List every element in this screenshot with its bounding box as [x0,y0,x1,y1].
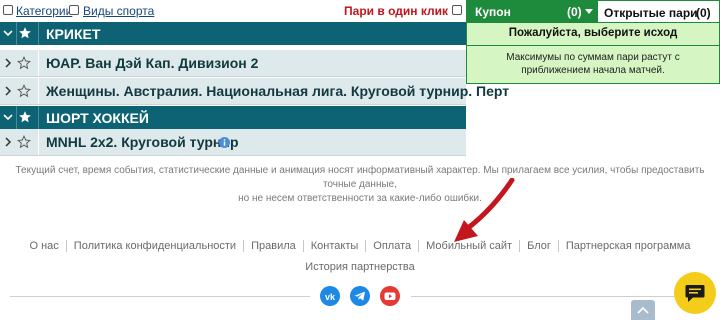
footer-link-partner-history[interactable]: История партнерства [298,261,421,273]
coupon-tab-label: Купон [475,5,511,19]
sports-checkbox[interactable] [69,5,79,15]
footer-link-payment[interactable]: Оплата [365,240,419,252]
star-outline-icon[interactable] [17,56,31,70]
chevron-up-icon [637,306,649,314]
chevron-right-icon[interactable] [2,84,14,98]
coupon-panel: Купон (0) Открытые пари (0) Пожалуйста, … [466,0,720,84]
coupon-prompt: Пожалуйста, выберите исход [508,27,678,39]
chevron-down-icon[interactable] [2,109,14,125]
league-title[interactable]: ЮАР. Ван Дэй Кап. Дивизион 2 [46,55,258,71]
top-filter-bar: Категории Виды спорта Пари в один клик [0,0,466,22]
svg-text:vk: vk [325,292,336,302]
one-click-checkbox[interactable] [452,5,462,15]
info-icon[interactable] [219,137,230,148]
sports-link[interactable]: Виды спорта [83,4,154,18]
star-icon[interactable] [18,26,32,40]
coupon-body: Пожалуйста, выберите исход Максимумы по … [466,22,720,84]
open-bets-count: (0) [696,6,711,20]
open-bets-label: Открытые пари [604,6,698,20]
footer-link-about[interactable]: О нас [22,240,65,252]
disclaimer-line-2: но не несем ответственности за какие-либ… [238,193,482,204]
footer-link-rules[interactable]: Правила [243,240,303,252]
youtube-icon[interactable] [380,286,400,306]
footer-link-contacts[interactable]: Контакты [302,240,366,252]
footer-nav: О нас Политика конфиденциальности Правила К… [0,236,720,278]
sport-title: ШОРТ ХОККЕЙ [46,110,149,126]
league-title[interactable]: Женщины. Австралия. Национальная лига. К… [46,83,509,99]
annotation-arrow [454,178,515,242]
footer-link-privacy[interactable]: Политика конфиденциальности [65,240,244,252]
chevron-down-icon[interactable] [2,25,14,41]
league-row[interactable]: MNHL 2x2. Круговой турнир [0,129,466,156]
categories-checkbox[interactable] [3,5,13,15]
disclaimer: Текущий счет, время события, статистичес… [0,164,720,206]
sport-header-short-hockey[interactable]: ШОРТ ХОККЕЙ [0,106,466,129]
chevron-right-icon[interactable] [2,56,14,70]
footer-link-partner[interactable]: Партнерская программа [557,240,698,252]
sport-title: КРИКЕТ [46,26,101,42]
league-row[interactable]: ЮАР. Ван Дэй Кап. Дивизион 2 [0,50,466,77]
coupon-info: Максимумы по суммам пари растут с прибли… [506,52,680,76]
categories-link[interactable]: Категории [16,4,72,18]
league-row[interactable]: Женщины. Австралия. Национальная лига. К… [0,78,509,105]
chat-button[interactable] [674,272,716,314]
tab-coupon[interactable]: Купон (0) [466,0,597,22]
scroll-to-top-button[interactable] [631,300,655,320]
chat-icon [685,285,705,302]
tab-open-bets[interactable]: Открытые пари (0) [597,0,720,22]
footer-divider-left [10,296,310,297]
coupon-count: (0) [567,5,582,19]
star-icon[interactable] [18,110,32,124]
sport-header-cricket[interactable]: КРИКЕТ [0,22,466,45]
star-outline-icon[interactable] [17,84,31,98]
disclaimer-line-1: Текущий счет, время события, статистичес… [15,165,705,190]
vk-icon[interactable]: vk [320,286,340,306]
star-outline-icon[interactable] [17,135,31,149]
chevron-right-icon[interactable] [2,135,14,149]
telegram-icon[interactable] [350,286,370,306]
footer-divider-right [411,296,709,297]
one-click-bet-label[interactable]: Пари в один клик [344,4,448,18]
caret-down-icon[interactable] [585,9,593,15]
league-title[interactable]: MNHL 2x2. Круговой турнир [46,134,239,150]
